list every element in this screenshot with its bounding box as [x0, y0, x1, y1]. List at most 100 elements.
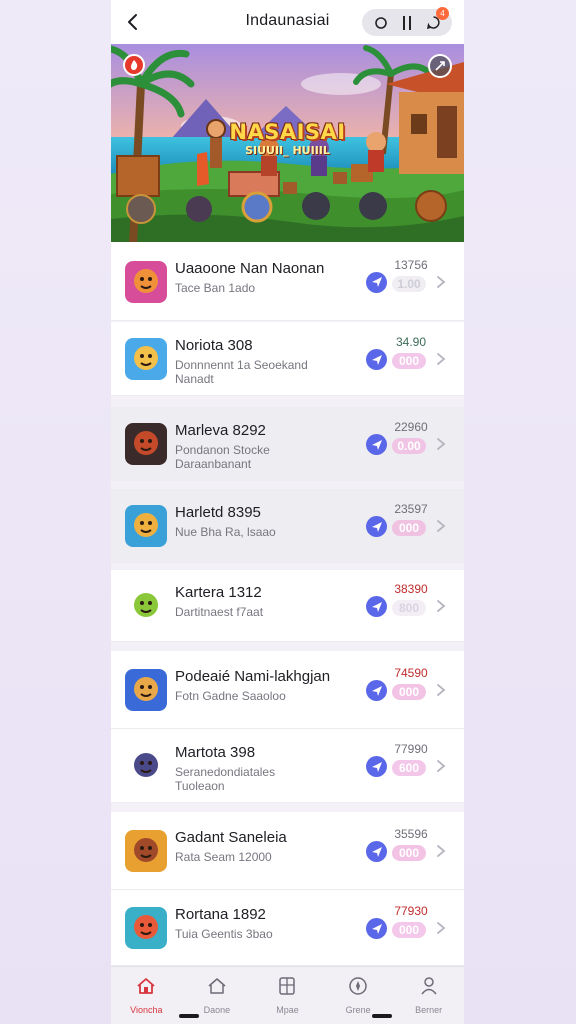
price-pill[interactable]: 0.00	[392, 438, 426, 454]
game-title: Harletd 8395	[175, 504, 261, 521]
person-icon	[418, 975, 440, 1002]
notification-badge: 4	[436, 6, 449, 20]
price-pill[interactable]: 000	[392, 353, 426, 369]
share-button[interactable]	[366, 680, 387, 701]
game-description: Fotn Gadne Saaoloo	[175, 689, 286, 703]
tab-home[interactable]: Vioncha	[111, 967, 182, 1024]
chevron-right-icon[interactable]	[436, 844, 446, 858]
game-thumbnail	[125, 505, 167, 547]
share-button[interactable]	[366, 434, 387, 455]
game-title: Gadant Saneleia	[175, 829, 287, 846]
share-button[interactable]	[366, 918, 387, 939]
compass-icon	[347, 975, 369, 1002]
chevron-right-icon[interactable]	[436, 352, 446, 366]
price-value: 13756	[394, 257, 428, 272]
chevron-right-icon[interactable]	[436, 437, 446, 451]
rocket-icon	[435, 61, 445, 71]
game-list-item[interactable]: Noriota 308 Donnnennt 1a Seoekand Nanadt 3…	[111, 322, 464, 396]
tab-grid[interactable]: Mpae	[252, 967, 323, 1024]
game-thumbnail	[125, 423, 167, 465]
game-thumbnail-art	[125, 907, 167, 949]
capsule-menu: 4	[362, 6, 452, 36]
game-thumbnail-art	[125, 830, 167, 872]
game-description: Pondanon Stocke Daraanbanant	[175, 443, 270, 471]
share-button[interactable]	[366, 349, 387, 370]
tab-label: Daone	[203, 1005, 231, 1015]
hero-banner[interactable]: NASAISAI SIUUII_ HUIIIL	[111, 44, 464, 242]
game-description: Tace Ban 1ado	[175, 280, 256, 295]
paper-plane-icon	[371, 277, 382, 287]
game-list-item[interactable]: Podeaié Nami-lakhgjan Fotn Gadne Saaoloo 7…	[111, 651, 464, 729]
chevron-right-icon[interactable]	[436, 599, 446, 613]
price-value: 38390	[394, 582, 428, 596]
tab-label: Berner	[415, 1005, 443, 1015]
game-title: Rortana 1892	[175, 906, 266, 923]
search-icon	[375, 16, 387, 29]
share-button[interactable]	[366, 756, 387, 777]
game-list-item[interactable]: Rortana 1892 Tuia Geentis 3bao 77930 000	[111, 890, 464, 966]
message-button[interactable]: 4	[423, 6, 449, 33]
game-list-item[interactable]: Martota 398 Seranedondiatales Tuoleaon 779…	[111, 729, 464, 803]
game-thumbnail-art	[125, 669, 167, 711]
price-value: 77930	[394, 904, 428, 918]
game-thumbnail	[125, 669, 167, 711]
game-thumbnail	[125, 585, 167, 627]
game-description: Nue Bha Ra, lsaao	[175, 525, 276, 539]
game-thumbnail-art	[125, 260, 167, 303]
price-pill[interactable]: 000	[392, 922, 426, 938]
share-button[interactable]	[366, 596, 387, 617]
chevron-right-icon[interactable]	[436, 759, 446, 773]
game-thumbnail	[125, 338, 167, 380]
paper-plane-icon	[371, 846, 382, 857]
game-list-item[interactable]: Kartera 1312 Dartitnaest f7aat 38390 800	[111, 570, 464, 642]
paper-plane-icon	[371, 439, 382, 450]
pause-button[interactable]	[397, 13, 417, 33]
game-title: Martota 398	[175, 744, 256, 761]
game-title: Marleva 8292	[175, 422, 266, 439]
banner-title: NASAISAI	[229, 120, 346, 144]
tab-person[interactable]: Berner	[393, 967, 464, 1024]
chevron-right-icon[interactable]	[436, 921, 446, 935]
paper-plane-icon	[371, 685, 382, 696]
pause-icon	[403, 15, 411, 30]
game-thumbnail	[125, 260, 167, 303]
search-button[interactable]	[371, 13, 391, 33]
paper-plane-icon	[371, 923, 382, 934]
price-pill[interactable]: 000	[392, 520, 426, 536]
game-title: Kartera 1312	[175, 584, 262, 601]
home-indicator-right	[372, 1014, 392, 1018]
house-icon	[206, 975, 228, 1002]
paper-plane-icon	[371, 521, 382, 532]
paper-plane-icon	[371, 354, 382, 365]
price-pill[interactable]: 000	[392, 845, 426, 861]
chevron-right-icon[interactable]	[436, 275, 446, 289]
game-thumbnail-art	[125, 585, 167, 627]
chevron-right-icon[interactable]	[436, 519, 446, 533]
price-value: 35596	[394, 827, 428, 841]
game-list-item[interactable]: Uaaoone Nan Naonan Tace Ban 1ado 13756 1.00	[111, 242, 464, 321]
price-pill[interactable]: 1.00	[392, 275, 426, 292]
game-thumbnail	[125, 745, 167, 787]
game-list-item[interactable]: Harletd 8395 Nue Bha Ra, lsaao 23597 000	[111, 489, 464, 563]
hot-badge	[123, 54, 145, 76]
share-button[interactable]	[366, 271, 387, 293]
game-description: Rata Seam 12000	[175, 850, 272, 864]
price-pill[interactable]: 000	[392, 684, 426, 700]
game-thumbnail	[125, 830, 167, 872]
price-pill[interactable]: 600	[392, 760, 426, 776]
tab-label: Mpae	[276, 1005, 299, 1015]
share-button[interactable]	[366, 841, 387, 862]
chevron-right-icon[interactable]	[436, 683, 446, 697]
game-description: Seranedondiatales Tuoleaon	[175, 765, 276, 793]
share-button[interactable]	[366, 516, 387, 537]
game-thumbnail	[125, 907, 167, 949]
banner-action-button[interactable]	[428, 54, 452, 78]
home-icon	[135, 975, 157, 1002]
app-screen: Indaunasiai 4 NASAISAI SIUUII_ HUIIIL Ua…	[111, 0, 464, 1024]
price-pill[interactable]: 800	[392, 600, 426, 616]
game-list-item[interactable]: Gadant Saneleia Rata Seam 12000 35596 000	[111, 812, 464, 890]
game-title: Podeaié Nami-lakhgjan	[175, 668, 331, 685]
game-thumbnail-art	[125, 338, 167, 380]
game-list-item[interactable]: Marleva 8292 Pondanon Stocke Daraanbanant…	[111, 407, 464, 481]
grid-icon	[276, 975, 298, 1002]
